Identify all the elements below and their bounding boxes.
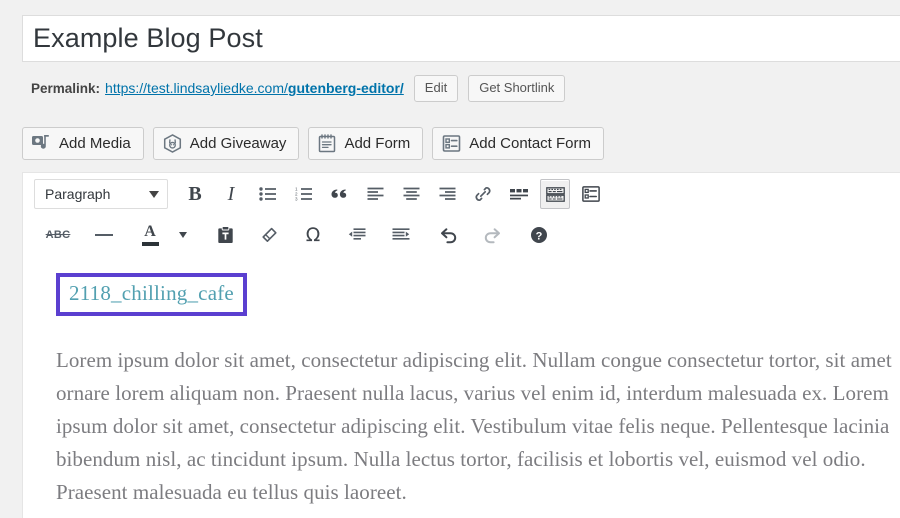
align-left-icon xyxy=(367,187,383,200)
insert-link-button[interactable] xyxy=(468,179,498,209)
add-contact-form-label: Add Contact Form xyxy=(469,135,592,152)
text-color-button[interactable]: A xyxy=(135,220,165,250)
bulleted-list-icon xyxy=(258,187,276,201)
help-icon: ? xyxy=(531,227,547,243)
numbered-list-button[interactable]: 1 2 3 xyxy=(288,179,318,209)
add-form-button[interactable]: Add Form xyxy=(308,127,424,160)
text-color-icon: A xyxy=(141,223,159,246)
omega-icon: Ω xyxy=(305,224,321,246)
horizontal-line-icon xyxy=(95,234,113,236)
paragraph-style-select[interactable]: Paragraph xyxy=(34,179,168,209)
editor-container: Paragraph B I 1 2 3 ABC A Ω ? 2118_chill… xyxy=(22,172,900,518)
chevron-down-icon xyxy=(179,232,187,238)
special-character-button[interactable]: Ω xyxy=(298,220,328,250)
link-icon xyxy=(475,187,491,201)
align-center-icon xyxy=(403,187,419,200)
permalink-slug: gutenberg-editor/ xyxy=(287,80,404,96)
increase-indent-button[interactable] xyxy=(386,220,416,250)
increase-indent-icon xyxy=(392,228,410,240)
chevron-down-icon xyxy=(149,190,159,198)
permalink-base: https://test.lindsayliedke.com/ xyxy=(105,80,288,96)
undo-icon xyxy=(440,227,456,243)
permalink-row: Permalink: https://test.lindsayliedke.co… xyxy=(31,74,566,102)
align-left-button[interactable] xyxy=(360,179,390,209)
add-form-icon xyxy=(318,134,336,153)
add-media-button[interactable]: Add Media xyxy=(22,127,144,160)
add-contact-form-icon xyxy=(442,134,461,153)
bold-icon: B xyxy=(188,182,202,205)
bulleted-list-button[interactable] xyxy=(252,179,282,209)
decrease-indent-icon xyxy=(348,228,366,240)
redo-icon xyxy=(484,227,500,243)
paste-as-text-icon xyxy=(217,226,233,243)
clear-formatting-button[interactable] xyxy=(254,220,284,250)
toolbar-toggle-icon xyxy=(545,186,565,202)
wordpress-classic-editor: Example Blog Post Permalink: https://tes… xyxy=(0,0,900,518)
italic-button[interactable]: I xyxy=(216,179,246,209)
add-block-button[interactable] xyxy=(576,179,606,209)
get-shortlink-button[interactable]: Get Shortlink xyxy=(468,74,566,102)
edit-permalink-button[interactable]: Edit xyxy=(413,74,459,102)
selected-image-block[interactable]: 2118_chilling_cafe xyxy=(56,273,247,316)
bold-button[interactable]: B xyxy=(180,179,210,209)
selected-image-label: 2118_chilling_cafe xyxy=(69,281,234,305)
text-color-swatch xyxy=(141,242,159,246)
read-more-button[interactable] xyxy=(504,179,534,209)
permalink-label: Permalink: xyxy=(31,80,101,96)
strikethrough-button[interactable]: ABC xyxy=(43,220,73,250)
decrease-indent-button[interactable] xyxy=(342,220,372,250)
add-contact-form-button[interactable]: Add Contact Form xyxy=(432,127,605,160)
horizontal-line-button[interactable] xyxy=(89,220,119,250)
media-buttons-row: Add Media Add Giveaway Add Form Add Cont… xyxy=(22,127,605,160)
blockquote-button[interactable] xyxy=(324,179,354,209)
align-right-icon xyxy=(439,187,455,200)
align-right-button[interactable] xyxy=(432,179,462,209)
add-media-icon xyxy=(32,135,51,152)
add-giveaway-button[interactable]: Add Giveaway xyxy=(152,127,300,160)
italic-icon: I xyxy=(227,182,235,205)
add-media-label: Add Media xyxy=(59,135,131,152)
blockquote-icon xyxy=(331,189,347,198)
add-block-icon xyxy=(582,186,600,202)
post-title-input[interactable]: Example Blog Post xyxy=(22,15,900,62)
svg-text:3: 3 xyxy=(295,197,298,201)
text-color-dropdown[interactable] xyxy=(170,220,196,250)
add-giveaway-label: Add Giveaway xyxy=(189,135,287,152)
align-center-button[interactable] xyxy=(396,179,426,209)
keyboard-shortcuts-button[interactable]: ? xyxy=(524,220,554,250)
paste-as-text-button[interactable] xyxy=(210,220,240,250)
undo-button[interactable] xyxy=(433,220,463,250)
read-more-icon xyxy=(510,188,528,199)
post-title-value: Example Blog Post xyxy=(33,23,263,53)
permalink-link[interactable]: https://test.lindsayliedke.com/gutenberg… xyxy=(105,80,404,96)
text-color-letter: A xyxy=(144,223,156,240)
editor-toolbar-row-1: Paragraph B I 1 2 3 xyxy=(23,173,900,215)
toolbar-toggle-button[interactable] xyxy=(540,179,570,209)
add-giveaway-icon xyxy=(163,134,182,153)
svg-text:?: ? xyxy=(536,230,543,242)
paragraph-style-value: Paragraph xyxy=(45,186,111,202)
redo-button[interactable] xyxy=(477,220,507,250)
editor-content-area[interactable]: 2118_chilling_cafe Lorem ipsum dolor sit… xyxy=(23,255,900,509)
strikethrough-icon: ABC xyxy=(45,229,71,241)
body-paragraph[interactable]: Lorem ipsum dolor sit amet, consectetur … xyxy=(56,344,900,509)
editor-toolbar-row-2: ABC A Ω ? xyxy=(23,215,900,255)
add-form-label: Add Form xyxy=(344,135,411,152)
numbered-list-icon: 1 2 3 xyxy=(295,187,312,201)
eraser-icon xyxy=(262,227,277,242)
